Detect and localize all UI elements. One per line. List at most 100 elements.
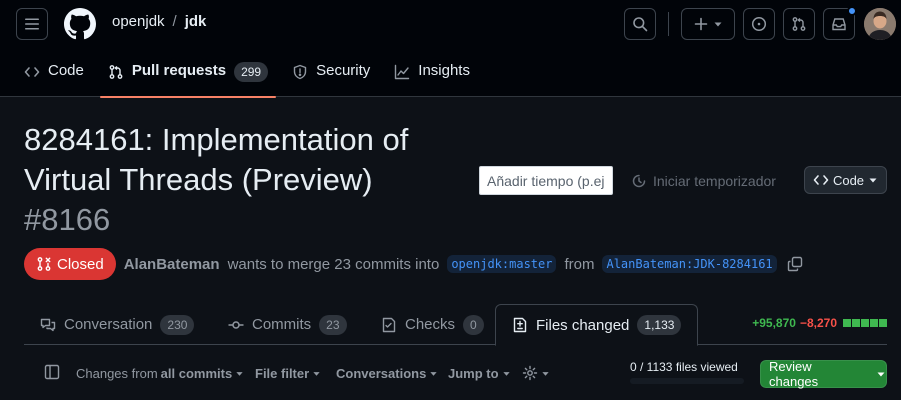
avatar[interactable] (864, 8, 896, 40)
tab-files-changed[interactable]: Files changed 1,133 (495, 304, 699, 346)
files-viewed-progress (630, 378, 744, 384)
repo-tab-label: Pull requests (131, 62, 227, 79)
repo-tab-pull-requests[interactable]: Pull requests 299 (99, 52, 277, 98)
from-text: from (564, 255, 595, 273)
diffstat: +95,870 −8,270 (752, 316, 887, 330)
conversations-dropdown[interactable]: Conversations (336, 364, 438, 382)
changes-from-dropdown[interactable]: Changes from all commits (76, 364, 244, 382)
diffstat-bar (843, 319, 887, 327)
copy-branch-button[interactable] (787, 256, 803, 272)
triangle-down-icon (714, 22, 722, 27)
files-toolbar: Changes from all commits File filter Con… (24, 352, 887, 392)
files-viewed-count: 0 / 1133 files viewed (630, 360, 738, 374)
gear-icon (522, 365, 538, 381)
shield-icon (293, 64, 307, 80)
review-changes-label: Review changes (769, 359, 819, 389)
issues-button[interactable] (743, 8, 775, 40)
conversations-label: Conversations (336, 365, 427, 381)
inbox-button[interactable] (823, 6, 857, 40)
github-logo-icon[interactable] (64, 8, 96, 40)
file-filter-label: File filter (255, 365, 310, 381)
deletions-count: −8,270 (799, 316, 837, 330)
global-header: openjdk / jdk Code Pull requests 299 Sec… (0, 0, 901, 98)
base-branch[interactable]: openjdk:master (447, 255, 557, 273)
checklist-icon (382, 317, 396, 332)
diff-settings-button[interactable] (522, 364, 550, 382)
plus-icon (694, 17, 708, 31)
code-button-label: Code (832, 172, 865, 188)
comment-discussion-icon (40, 318, 56, 331)
git-pull-request-icon (792, 17, 806, 31)
tab-label: Checks (405, 316, 456, 333)
copy-icon (787, 256, 802, 272)
merge-description: wants to merge 23 commits into (227, 255, 440, 273)
tab-commits[interactable]: Commits 23 (228, 304, 347, 345)
start-timer-button[interactable]: Iniciar temporizador (631, 170, 776, 192)
repo-owner-link[interactable]: openjdk (112, 13, 165, 30)
graph-icon (395, 64, 410, 80)
triangle-down-icon (502, 371, 510, 376)
repo-name-link[interactable]: jdk (185, 13, 207, 30)
pull-requests-button[interactable] (783, 8, 815, 40)
search-icon (633, 17, 648, 32)
header-divider (668, 12, 669, 36)
sidebar-expand-icon (44, 364, 60, 380)
repo-tab-label: Code (48, 62, 84, 79)
tab-conversation[interactable]: Conversation 230 (40, 304, 195, 345)
git-commit-icon (228, 320, 244, 329)
search-button[interactable] (624, 8, 656, 40)
pull-requests-counter: 299 (234, 62, 269, 82)
tab-counter: 1,133 (637, 315, 682, 335)
diffstat-block (861, 319, 869, 327)
triangle-down-icon (313, 371, 320, 376)
status-badge: Closed (24, 248, 116, 280)
repo-tab-insights[interactable]: Insights (386, 52, 478, 97)
repo-nav: Code Pull requests 299 Security Insights (16, 52, 486, 98)
repo-tab-security[interactable]: Security (284, 52, 378, 97)
triangle-down-icon (236, 371, 243, 376)
menu-button[interactable] (16, 8, 48, 40)
triangle-down-icon (869, 178, 877, 183)
repo-tab-label: Security (316, 62, 371, 79)
tab-counter: 23 (319, 314, 347, 335)
jump-to-dropdown[interactable]: Jump to (448, 364, 511, 382)
diffstat-block (843, 319, 851, 327)
git-pull-request-icon (109, 65, 123, 79)
pr-tabs: Conversation 230 Commits 23 Checks 0 Fil… (24, 304, 887, 346)
pr-meta: Closed AlanBateman wants to merge 23 com… (24, 248, 803, 280)
inbox-icon (832, 18, 846, 31)
status-label: Closed (57, 255, 104, 273)
tab-label: Files changed (536, 316, 630, 334)
tab-label: Commits (252, 316, 312, 333)
page-title: 8284161: Implementation of Virtual Threa… (24, 122, 409, 197)
tab-checks[interactable]: Checks 0 (381, 304, 484, 345)
jump-to-label: Jump to (448, 365, 499, 381)
file-filter-dropdown[interactable]: File filter (255, 364, 321, 382)
author-link[interactable]: AlanBateman (124, 256, 220, 273)
repo-tab-code[interactable]: Code (16, 52, 92, 97)
additions-count: +95,870 (752, 316, 796, 330)
file-diff-icon (513, 317, 527, 333)
head-branch[interactable]: AlanBateman:JDK-8284161 (602, 255, 777, 273)
pr-number: #8166 (24, 202, 111, 237)
diffstat-block (879, 319, 887, 327)
repo-tab-label: Insights (418, 62, 470, 79)
triangle-down-icon (430, 371, 437, 376)
breadcrumb: openjdk / jdk (112, 13, 206, 30)
notification-indicator (847, 6, 857, 16)
code-icon (24, 67, 40, 77)
tab-counter: 0 (463, 314, 484, 335)
create-new-button[interactable] (681, 8, 735, 40)
toggle-file-tree-button[interactable] (44, 363, 60, 381)
diffstat-block (870, 319, 878, 327)
issue-opened-icon (751, 16, 767, 32)
add-time-input[interactable] (479, 166, 613, 195)
code-button[interactable]: Code (804, 166, 887, 194)
review-changes-button[interactable]: Review changes (760, 359, 887, 389)
breadcrumb-separator: / (172, 13, 177, 30)
timer-icon (632, 174, 646, 188)
changes-from-value: all commits (160, 365, 233, 381)
triangle-down-icon (877, 372, 885, 377)
tab-label: Conversation (64, 316, 153, 333)
triangle-down-icon (542, 371, 549, 376)
